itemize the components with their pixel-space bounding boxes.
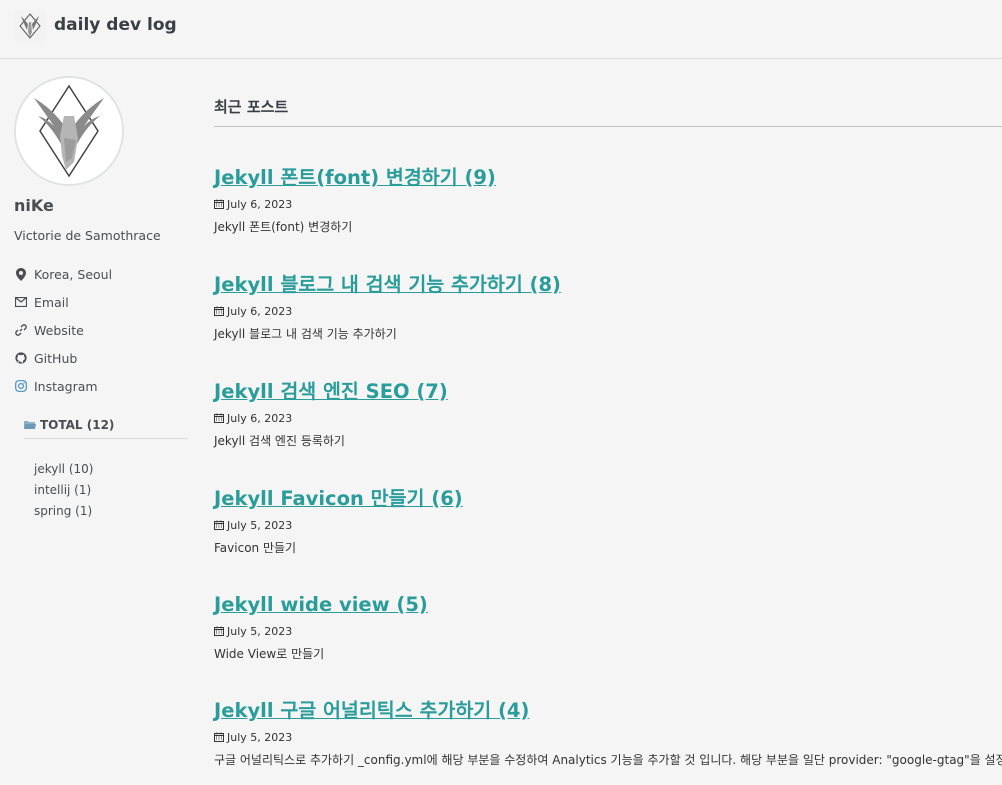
post-item: Jekyll wide view (5) July 5, 2023 Wide V… (214, 592, 1002, 662)
winged-statue-logo-icon (14, 10, 46, 42)
post-meta: July 5, 2023 (214, 730, 1002, 744)
post-excerpt: Wide View로 만들기 (214, 647, 325, 661)
author-name: niKe (14, 196, 54, 215)
calendar-icon (214, 306, 224, 316)
calendar-icon (214, 626, 224, 636)
post-date: July 6, 2023 (227, 197, 293, 211)
post-excerpt: 구글 어널리틱스로 추가하기 _config.yml에 해당 부분을 수정하여 … (214, 753, 1002, 767)
site-title[interactable]: daily dev log (54, 15, 177, 35)
author-github-label[interactable]: GitHub (34, 351, 77, 366)
map-marker-icon (14, 267, 28, 281)
masthead: daily dev log (0, 0, 1002, 59)
envelope-icon (14, 295, 28, 309)
category-list: jekyll (10) intellij (1) spring (1) (34, 462, 93, 525)
link-icon (14, 323, 28, 337)
author-bio: Victorie de Samothrace (14, 228, 161, 243)
category-total-label: TOTAL (12) (40, 418, 115, 432)
post-item: Jekyll Favicon 만들기 (6) July 5, 2023 Favi… (214, 486, 1002, 556)
author-email-label[interactable]: Email (34, 295, 69, 310)
author-website-label[interactable]: Website (34, 323, 84, 338)
calendar-icon (214, 199, 224, 209)
category-item-label[interactable]: spring (1) (34, 504, 92, 518)
category-item-label[interactable]: jekyll (10) (34, 462, 93, 476)
section-title: 최근 포스트 (214, 96, 1002, 127)
post-meta: July 6, 2023 (214, 197, 1002, 211)
winged-victory-statue-image (16, 78, 122, 184)
avatar (14, 76, 124, 186)
post-meta: July 6, 2023 (214, 411, 1002, 425)
author-instagram-label[interactable]: Instagram (34, 379, 98, 394)
post-item: Jekyll 구글 어널리틱스 추가하기 (4) July 5, 2023 구글… (214, 698, 1002, 768)
calendar-icon (214, 520, 224, 530)
author-website-link[interactable]: Website (14, 316, 112, 344)
calendar-icon (214, 413, 224, 423)
author-links: Korea, Seoul Email Website GitHub Instag… (14, 260, 112, 400)
github-icon (14, 351, 28, 365)
author-location-label: Korea, Seoul (34, 266, 113, 282)
category-item-jekyll[interactable]: jekyll (10) (34, 462, 93, 483)
post-date: July 5, 2023 (227, 730, 293, 744)
category-item-spring[interactable]: spring (1) (34, 504, 93, 525)
category-total: TOTAL (12) (24, 418, 188, 439)
post-item: Jekyll 폰트(font) 변경하기 (9) July 6, 2023 Je… (214, 165, 1002, 235)
post-excerpt: Favicon 만들기 (214, 541, 297, 555)
category-item-label[interactable]: intellij (1) (34, 483, 91, 497)
post-title-link[interactable]: Jekyll 구글 어널리틱스 추가하기 (4) (214, 698, 1002, 724)
post-excerpt: Jekyll 검색 엔진 등록하기 (214, 434, 345, 448)
post-date: July 5, 2023 (227, 624, 293, 638)
category-item-intellij[interactable]: intellij (1) (34, 483, 93, 504)
author-email-link[interactable]: Email (14, 288, 112, 316)
post-meta: July 5, 2023 (214, 518, 1002, 532)
post-excerpt: Jekyll 블로그 내 검색 기능 추가하기 (214, 327, 397, 341)
post-meta: July 5, 2023 (214, 624, 1002, 638)
site-logo[interactable] (14, 10, 46, 42)
post-title-link[interactable]: Jekyll 폰트(font) 변경하기 (9) (214, 165, 1002, 191)
folder-icon (24, 420, 36, 430)
author-github-link[interactable]: GitHub (14, 344, 112, 372)
author-location: Korea, Seoul (14, 260, 112, 288)
post-title-link[interactable]: Jekyll 검색 엔진 SEO (7) (214, 379, 1002, 405)
post-date: July 6, 2023 (227, 304, 293, 318)
calendar-icon (214, 732, 224, 742)
sidebar: niKe Victorie de Samothrace Korea, Seoul… (0, 60, 200, 785)
post-title-link[interactable]: Jekyll Favicon 만들기 (6) (214, 486, 1002, 512)
author-instagram-link[interactable]: Instagram (14, 372, 112, 400)
instagram-icon (14, 379, 28, 393)
post-title-link[interactable]: Jekyll 블로그 내 검색 기능 추가하기 (8) (214, 272, 1002, 298)
post-item: Jekyll 검색 엔진 SEO (7) July 6, 2023 Jekyll… (214, 379, 1002, 449)
post-excerpt: Jekyll 폰트(font) 변경하기 (214, 220, 353, 234)
post-item: Jekyll 블로그 내 검색 기능 추가하기 (8) July 6, 2023… (214, 272, 1002, 342)
post-title-link[interactable]: Jekyll wide view (5) (214, 592, 1002, 618)
post-date: July 5, 2023 (227, 518, 293, 532)
post-date: July 6, 2023 (227, 411, 293, 425)
post-meta: July 6, 2023 (214, 304, 1002, 318)
